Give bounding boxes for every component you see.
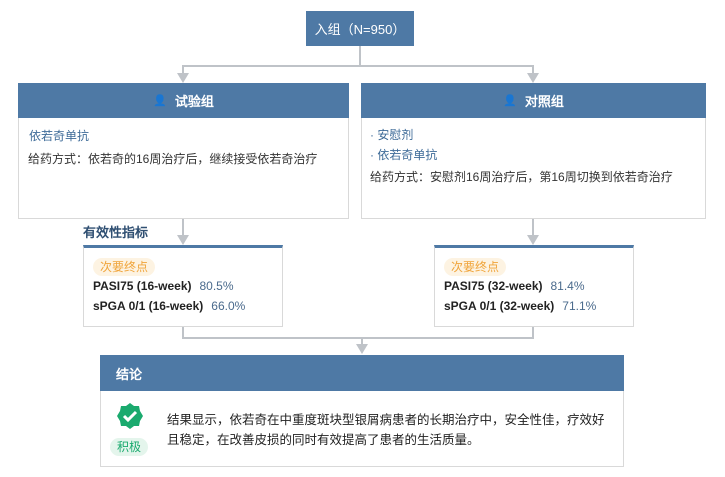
control-metrics-card: 次要终点 PASI75 (32-week) 81.4% sPGA 0/1 (32-… <box>434 245 634 327</box>
conclusion-text: 结果显示，依若奇在中重度斑块型银屑病患者的长期治疗中，安全性佳，疗效好且稳定，在… <box>167 413 605 447</box>
trial-group-card: 👤 试验组 依若奇单抗 给药方式：依若奇的16周治疗后，继续接受依若奇治疗 <box>18 83 349 219</box>
connector <box>182 337 534 339</box>
arrow-icon <box>356 344 368 354</box>
trial-drug: 依若奇单抗 <box>29 129 90 143</box>
positive-badge: 积极 <box>110 438 149 456</box>
control-item: · 依若奇单抗 <box>370 148 438 162</box>
control-group-title: 对照组 <box>524 94 564 109</box>
enrollment-node: 入组（N=950） <box>306 11 414 46</box>
secondary-endpoint-tag: 次要终点 <box>93 258 156 276</box>
user-icon: 👤 <box>503 95 517 107</box>
conclusion-card: 结论 积极 结果显示，依若奇在中重度斑块型银屑病患者的长期治疗中，安全性佳，疗效… <box>100 355 624 467</box>
arrow-icon <box>527 235 539 245</box>
metric-row: PASI75 (16-week) 80.5% <box>93 279 234 293</box>
check-badge-icon <box>116 402 144 435</box>
control-item: · 安慰剂 <box>370 128 414 142</box>
user-icon: 👤 <box>153 95 167 107</box>
arrow-icon <box>177 235 189 245</box>
secondary-endpoint-tag: 次要终点 <box>444 258 507 276</box>
metric-row: sPGA 0/1 (16-week) 66.0% <box>93 299 246 313</box>
connector <box>359 46 361 66</box>
trial-dosing: 给药方式：依若奇的16周治疗后，继续接受依若奇治疗 <box>28 152 318 166</box>
control-group-card: 👤 对照组 · 安慰剂 · 依若奇单抗 给药方式：安慰剂16周治疗后，第16周切换… <box>361 83 706 219</box>
control-dosing: 给药方式：安慰剂16周治疗后，第16周切换到依若奇治疗 <box>370 170 673 184</box>
trial-metrics-card: 次要终点 PASI75 (16-week) 80.5% sPGA 0/1 (16-… <box>83 245 283 327</box>
arrow-icon <box>177 73 189 83</box>
enrollment-label: 入组（N=950） <box>314 22 406 37</box>
trial-group-title: 试验组 <box>174 94 214 109</box>
conclusion-title: 结论 <box>116 366 143 382</box>
efficacy-label: 有效性指标 <box>83 225 149 240</box>
connector <box>182 65 534 67</box>
arrow-icon <box>527 73 539 83</box>
metric-row: sPGA 0/1 (32-week) 71.1% <box>444 299 597 313</box>
metric-row: PASI75 (32-week) 81.4% <box>444 279 585 293</box>
